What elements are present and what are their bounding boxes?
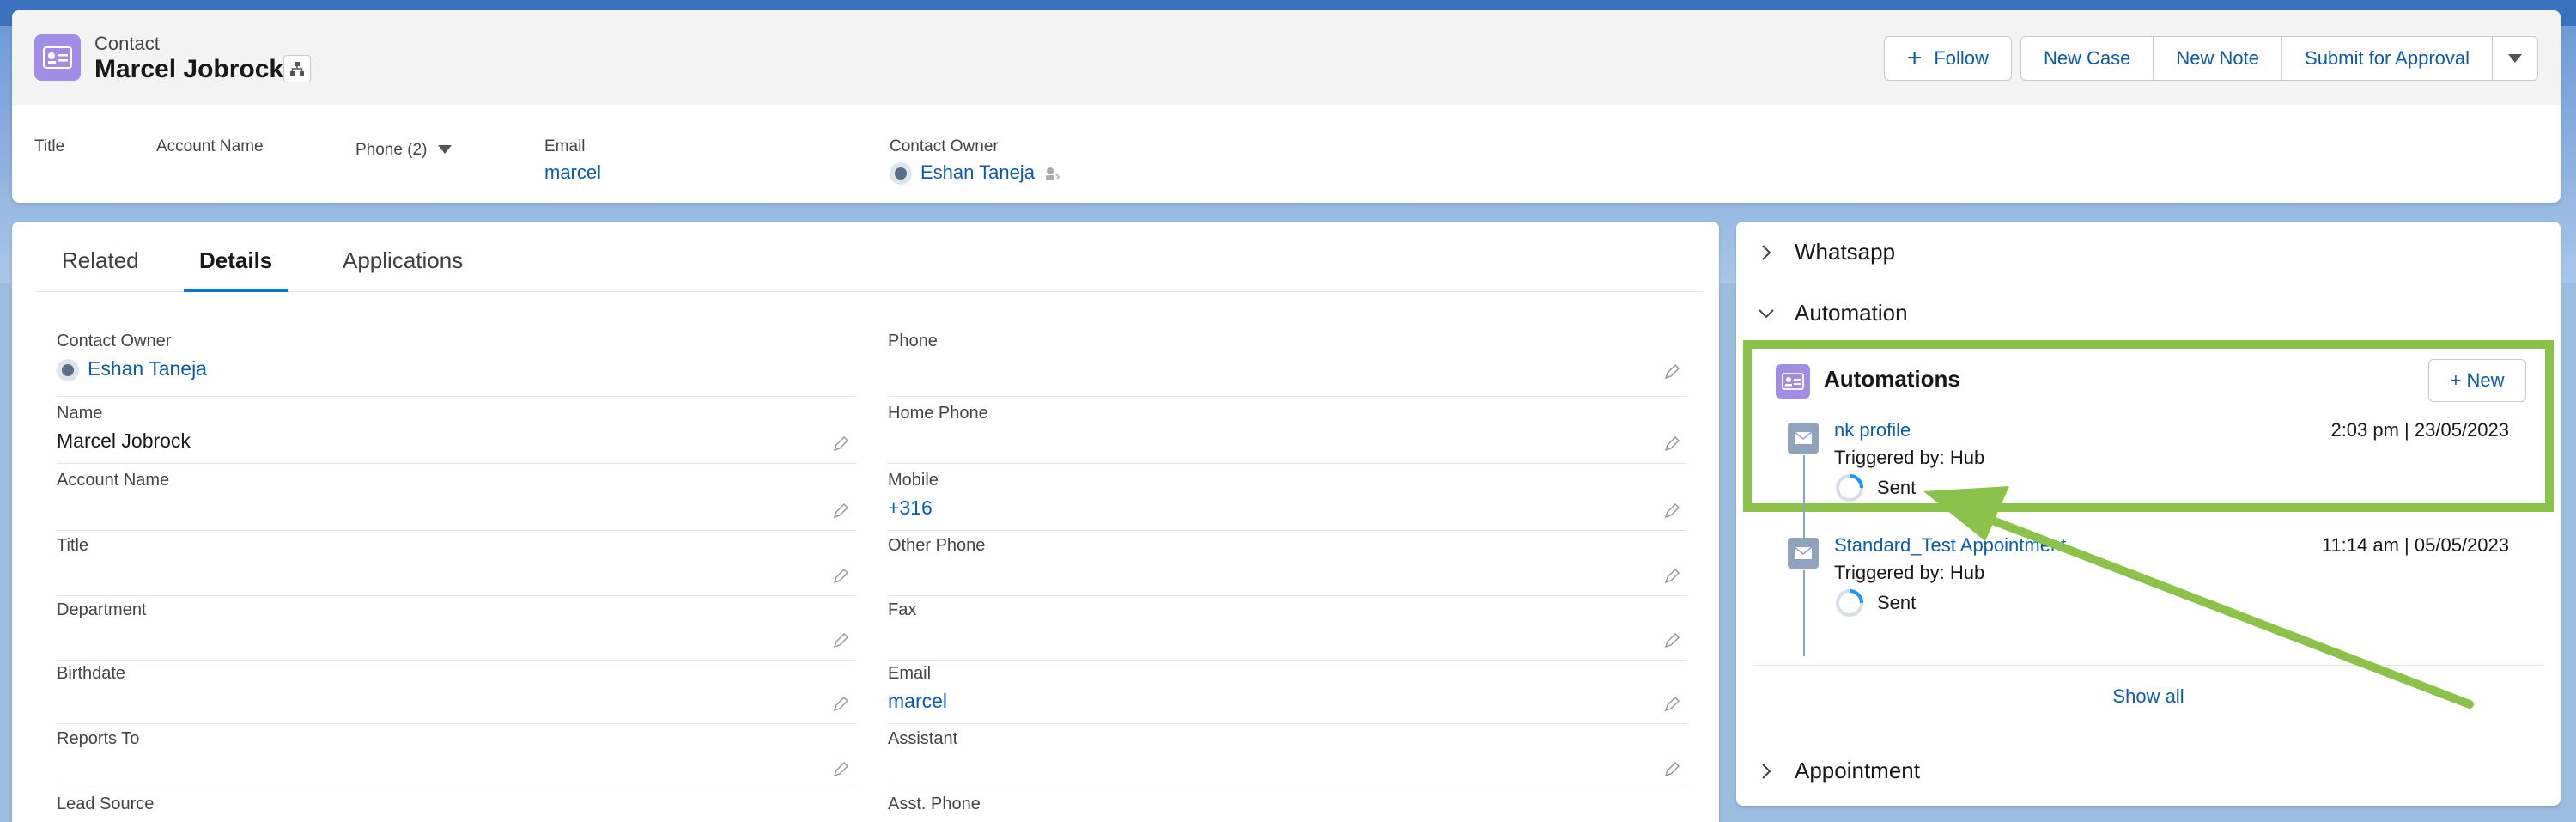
change-owner-icon bbox=[1046, 167, 1060, 181]
highlight-account-label: Account Name bbox=[156, 137, 264, 155]
highlight-email-label: Email bbox=[544, 137, 586, 155]
more-actions-button[interactable] bbox=[2493, 36, 2538, 81]
new-note-button[interactable]: New Note bbox=[2154, 36, 2283, 81]
field-name: Name Marcel Jobrock bbox=[57, 404, 855, 464]
edit-pencil-icon[interactable] bbox=[1662, 502, 1681, 521]
show-all-link[interactable]: Show all bbox=[1736, 685, 2561, 708]
field-title: Title bbox=[57, 536, 855, 596]
edit-pencil-icon[interactable] bbox=[831, 502, 850, 521]
tab-bar: Related Details Applications bbox=[36, 247, 1702, 292]
details-card: Related Details Applications Contact Own… bbox=[12, 222, 1719, 822]
section-appointment[interactable]: Appointment bbox=[1757, 758, 1920, 784]
automation-item-date: 11:14 am | 05/05/2023 bbox=[2321, 534, 2509, 556]
email-icon bbox=[1788, 423, 1819, 454]
edit-pencil-icon[interactable] bbox=[1662, 362, 1681, 381]
edit-pencil-icon[interactable] bbox=[1662, 435, 1681, 454]
chevron-down-icon bbox=[1759, 308, 1774, 318]
automation-item-link[interactable]: Standard_Test Appointment bbox=[1834, 534, 2066, 557]
field-lead-source: Lead Source bbox=[57, 795, 155, 813]
contact-icon bbox=[34, 34, 81, 81]
automation-item-trigger: Triggered by: Hub bbox=[1834, 562, 1985, 583]
highlight-title-label: Title bbox=[34, 137, 65, 155]
field-account-name: Account Name bbox=[57, 471, 855, 531]
field-phone: Phone bbox=[888, 332, 1686, 397]
highlight-owner-label: Contact Owner bbox=[890, 137, 999, 155]
highlight-email-link[interactable]: marcel bbox=[544, 161, 601, 184]
field-assistant: Assistant bbox=[888, 729, 1686, 789]
owner-link[interactable]: Eshan Taneja bbox=[920, 161, 1035, 183]
action-bar: + Follow New Case New Note Submit for Ap… bbox=[1883, 36, 2538, 81]
edit-pencil-icon[interactable] bbox=[831, 567, 850, 586]
field-reports-to: Reports To bbox=[57, 729, 855, 789]
tab-details[interactable]: Details bbox=[184, 247, 289, 292]
caret-down-icon bbox=[2508, 54, 2522, 63]
chevron-right-icon bbox=[1762, 763, 1771, 779]
field-contact-owner: Contact Owner Eshan Taneja bbox=[57, 332, 855, 397]
edit-pencil-icon[interactable] bbox=[831, 631, 850, 650]
record-type: Contact bbox=[94, 33, 160, 54]
divider bbox=[1753, 665, 2543, 666]
follow-button[interactable]: + Follow bbox=[1883, 36, 2012, 81]
new-automation-button[interactable]: + New bbox=[2428, 359, 2526, 402]
record-header: Contact Marcel Jobrock + Follow New Case… bbox=[12, 10, 2561, 203]
email-link[interactable]: marcel bbox=[888, 690, 947, 713]
field-email: Email marcel bbox=[888, 664, 1686, 724]
automation-card-icon bbox=[1776, 364, 1810, 399]
automation-item-link[interactable]: nk profile bbox=[1834, 419, 1911, 441]
edit-pencil-icon[interactable] bbox=[831, 760, 850, 779]
hierarchy-button[interactable] bbox=[283, 55, 311, 82]
follow-label: Follow bbox=[1934, 47, 1989, 69]
progress-ring-icon bbox=[1836, 589, 1863, 617]
edit-pencil-icon[interactable] bbox=[1662, 760, 1681, 779]
caret-down-icon bbox=[437, 145, 452, 154]
record-name: Marcel Jobrock bbox=[94, 55, 284, 83]
sidebar-card: Whatsapp Automation Automations + New nk… bbox=[1736, 222, 2561, 806]
field-mobile: Mobile +316 bbox=[888, 471, 1686, 531]
mobile-link[interactable]: +316 bbox=[888, 496, 933, 520]
tab-applications[interactable]: Applications bbox=[343, 247, 463, 292]
field-other-phone: Other Phone bbox=[888, 536, 1686, 596]
edit-pencil-icon[interactable] bbox=[1662, 695, 1681, 714]
avatar bbox=[57, 358, 79, 381]
edit-pencil-icon[interactable] bbox=[1662, 567, 1681, 586]
field-asst-phone: Asst. Phone bbox=[888, 795, 981, 813]
phone-label: Phone (2) bbox=[355, 141, 428, 159]
edit-pencil-icon[interactable] bbox=[1662, 631, 1681, 650]
submit-for-approval-button[interactable]: Submit for Approval bbox=[2282, 36, 2493, 81]
edit-pencil-icon[interactable] bbox=[831, 695, 850, 714]
section-whatsapp[interactable]: Whatsapp bbox=[1757, 239, 1895, 265]
field-department: Department bbox=[57, 600, 855, 661]
new-case-button[interactable]: New Case bbox=[2020, 36, 2154, 81]
field-home-phone: Home Phone bbox=[888, 404, 1686, 464]
highlight-phone-dropdown[interactable]: Phone (2) bbox=[355, 141, 453, 160]
avatar bbox=[890, 162, 912, 186]
timeline-line bbox=[1803, 455, 1805, 541]
field-birthdate: Birthdate bbox=[57, 664, 855, 724]
automation-item-date: 2:03 pm | 23/05/2023 bbox=[2330, 419, 2509, 441]
field-fax: Fax bbox=[888, 600, 1686, 661]
timeline-line bbox=[1803, 570, 1805, 656]
email-icon bbox=[1788, 538, 1819, 569]
plus-icon: + bbox=[1906, 44, 1923, 72]
section-automation[interactable]: Automation bbox=[1757, 300, 1908, 326]
highlight-owner[interactable]: Eshan Taneja bbox=[890, 161, 1060, 186]
tab-related[interactable]: Related bbox=[62, 247, 139, 292]
hierarchy-icon bbox=[290, 62, 304, 76]
automations-title: Automations bbox=[1824, 366, 1960, 392]
contact-owner-link[interactable]: Eshan Taneja bbox=[57, 357, 207, 381]
edit-pencil-icon[interactable] bbox=[831, 435, 850, 454]
automation-item-trigger: Triggered by: Hub bbox=[1834, 447, 1985, 468]
automation-item-status: Sent bbox=[1834, 588, 1916, 618]
chevron-right-icon bbox=[1762, 244, 1771, 260]
automation-item-status: Sent bbox=[1834, 472, 1916, 503]
progress-ring-icon bbox=[1836, 474, 1863, 502]
